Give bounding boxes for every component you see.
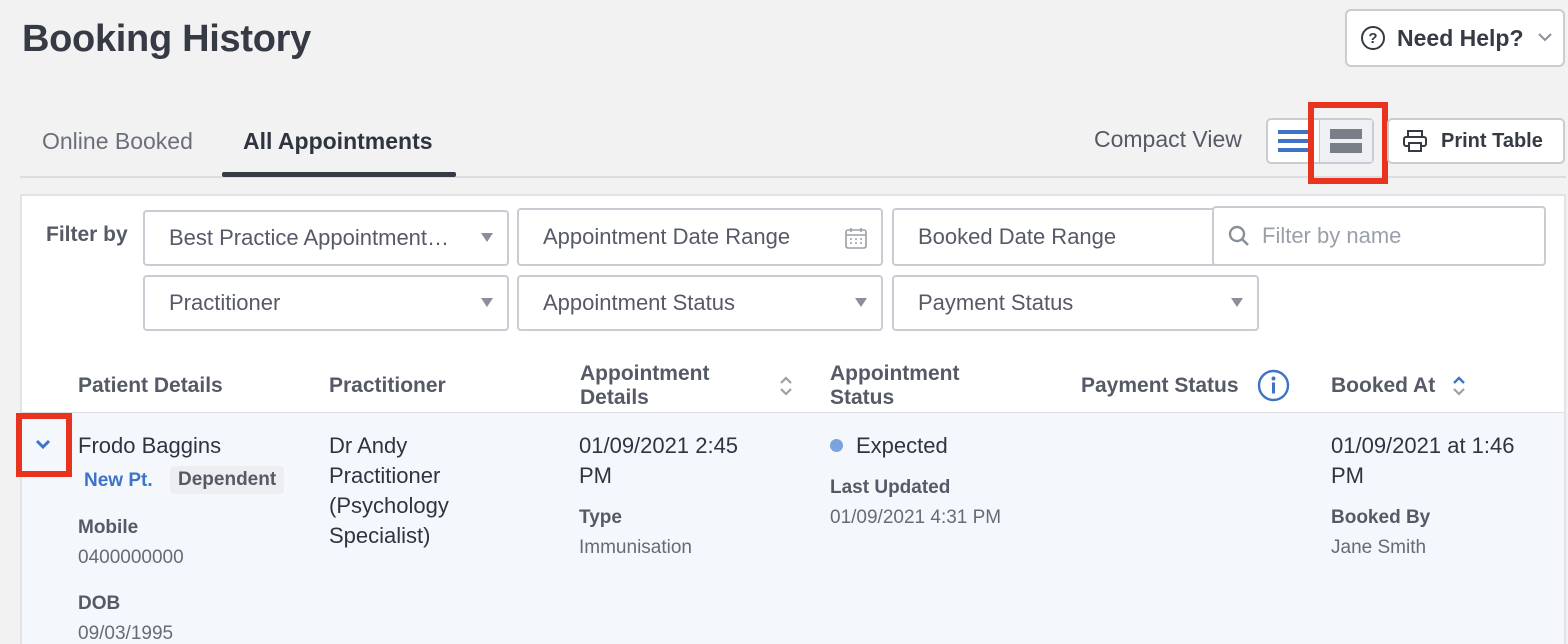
active-tab-indicator [222,172,456,177]
payment-status-select[interactable]: Payment Status [892,275,1259,331]
need-help-label: Need Help? [1397,24,1524,51]
practitioner-name-line-2: Practitioner [329,463,441,488]
dob-label: DOB [78,593,121,614]
print-table-label: Print Table [1441,129,1543,152]
booked-at-line-1: 01/09/2021 at 1:46 [1331,433,1515,458]
need-help-button[interactable]: ? Need Help? [1345,9,1565,67]
column-header-appointment-status: Appointment Status [830,362,960,409]
practitioner-select-value: Practitioner [169,290,281,315]
appointment-status-select[interactable]: Appointment Status [517,275,883,331]
status-dot [830,439,843,452]
caret-down-icon [855,298,867,307]
tab-all-appointments[interactable]: All Appointments [243,128,433,155]
appointment-type-select[interactable]: Best Practice Appointment… [143,210,509,266]
caret-down-icon [481,298,493,307]
last-updated-label: Last Updated [830,477,951,498]
filter-by-name-placeholder: Filter by name [1262,223,1402,248]
filter-by-label: Filter by [46,223,128,246]
column-header-patient-details: Patient Details [78,374,223,397]
practitioner-name-line-4: Specialist) [329,523,431,548]
caret-down-icon [481,233,493,242]
column-header-payment-status: Payment Status [1081,374,1239,397]
page-title: Booking History [22,18,311,60]
highlight-expand-button [16,413,72,477]
new-patient-badge: New Pt. [84,470,153,491]
printer-icon [1403,130,1427,152]
search-icon [1228,225,1249,246]
tab-online-booked[interactable]: Online Booked [42,128,193,155]
info-icon[interactable] [1257,369,1290,402]
column-header-appointment-details[interactable]: Appointment Details [580,362,750,410]
sort-icon[interactable] [779,375,793,397]
practitioner-name-line-3: (Psychology [329,493,449,518]
type-value: Immunisation [579,537,692,558]
booked-date-range-placeholder: Booked Date Range [918,224,1117,249]
practitioner-select[interactable]: Practitioner [143,275,509,331]
list-view-icon [1277,130,1310,152]
compact-view-label: Compact View [1094,126,1242,152]
highlight-view-toggle [1308,102,1388,184]
last-updated-value: 01/09/2021 4:31 PM [830,507,1002,528]
practitioner-name-line-1: Dr Andy [329,433,408,458]
dob-value: 09/03/1995 [78,623,174,644]
appointment-status-select-value: Appointment Status [543,290,736,315]
dependent-badge: Dependent [170,466,285,494]
type-label: Type [579,507,622,528]
calendar-icon [845,228,867,249]
mobile-value: 0400000000 [78,547,184,568]
appointment-datetime-line-1: 01/09/2021 2:45 [579,433,739,458]
print-table-button[interactable]: Print Table [1387,118,1565,164]
booked-by-value: Jane Smith [1331,537,1427,558]
column-header-practitioner: Practitioner [329,374,446,397]
sort-asc-icon[interactable] [1452,375,1466,397]
payment-status-select-value: Payment Status [918,290,1074,315]
booked-date-range-input[interactable]: Booked Date Range [892,208,1222,266]
column-header-booked-at[interactable]: Booked At [1331,374,1435,398]
patient-name[interactable]: Frodo Baggins [78,431,221,461]
appointment-status-value: Expected [856,433,948,458]
appointment-date-range-input[interactable]: Appointment Date Range [517,208,883,266]
chevron-down-icon [1537,29,1552,47]
caret-down-icon [1231,298,1243,307]
appointment-type-value: Best Practice Appointment… [169,225,450,250]
appointment-date-range-placeholder: Appointment Date Range [543,224,791,249]
filter-by-name-input[interactable]: Filter by name [1212,206,1546,266]
appointment-datetime-line-2: PM [579,463,612,488]
mobile-label: Mobile [78,517,139,538]
booked-at-line-2: PM [1331,463,1364,488]
booked-by-label: Booked By [1331,507,1431,528]
question-circle-icon: ? [1361,26,1385,50]
